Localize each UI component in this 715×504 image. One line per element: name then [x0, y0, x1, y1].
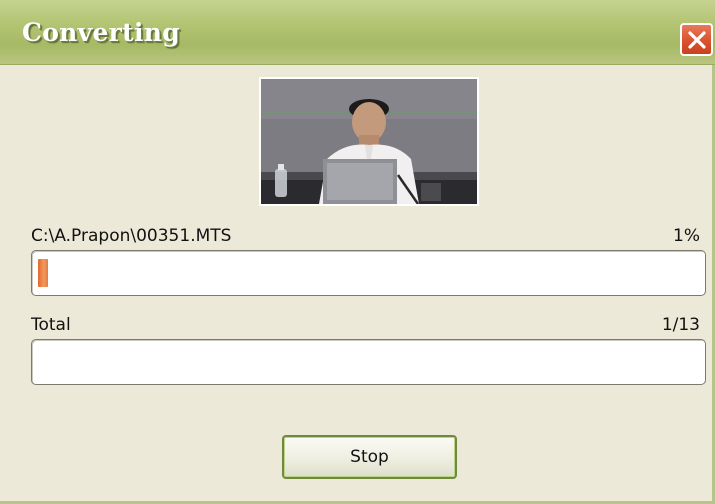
total-label: Total [31, 315, 71, 335]
close-icon [687, 30, 707, 50]
current-file-path: C:\A.Prapon\00351.MTS [31, 226, 232, 246]
file-progress-bar [31, 250, 706, 296]
total-progress-bar [31, 339, 706, 385]
total-count: 1/13 [661, 315, 700, 335]
video-thumbnail [259, 77, 479, 206]
stop-button[interactable]: Stop [282, 435, 457, 479]
title-bar[interactable]: Converting [0, 0, 715, 65]
converting-dialog: Converting C:\A.Prapon\00351.MTS 1% Tota… [0, 0, 715, 504]
file-progress-fill [38, 259, 48, 287]
current-file-percent: 1% [673, 226, 700, 246]
close-button[interactable] [680, 23, 713, 56]
window-title: Converting [22, 18, 181, 47]
